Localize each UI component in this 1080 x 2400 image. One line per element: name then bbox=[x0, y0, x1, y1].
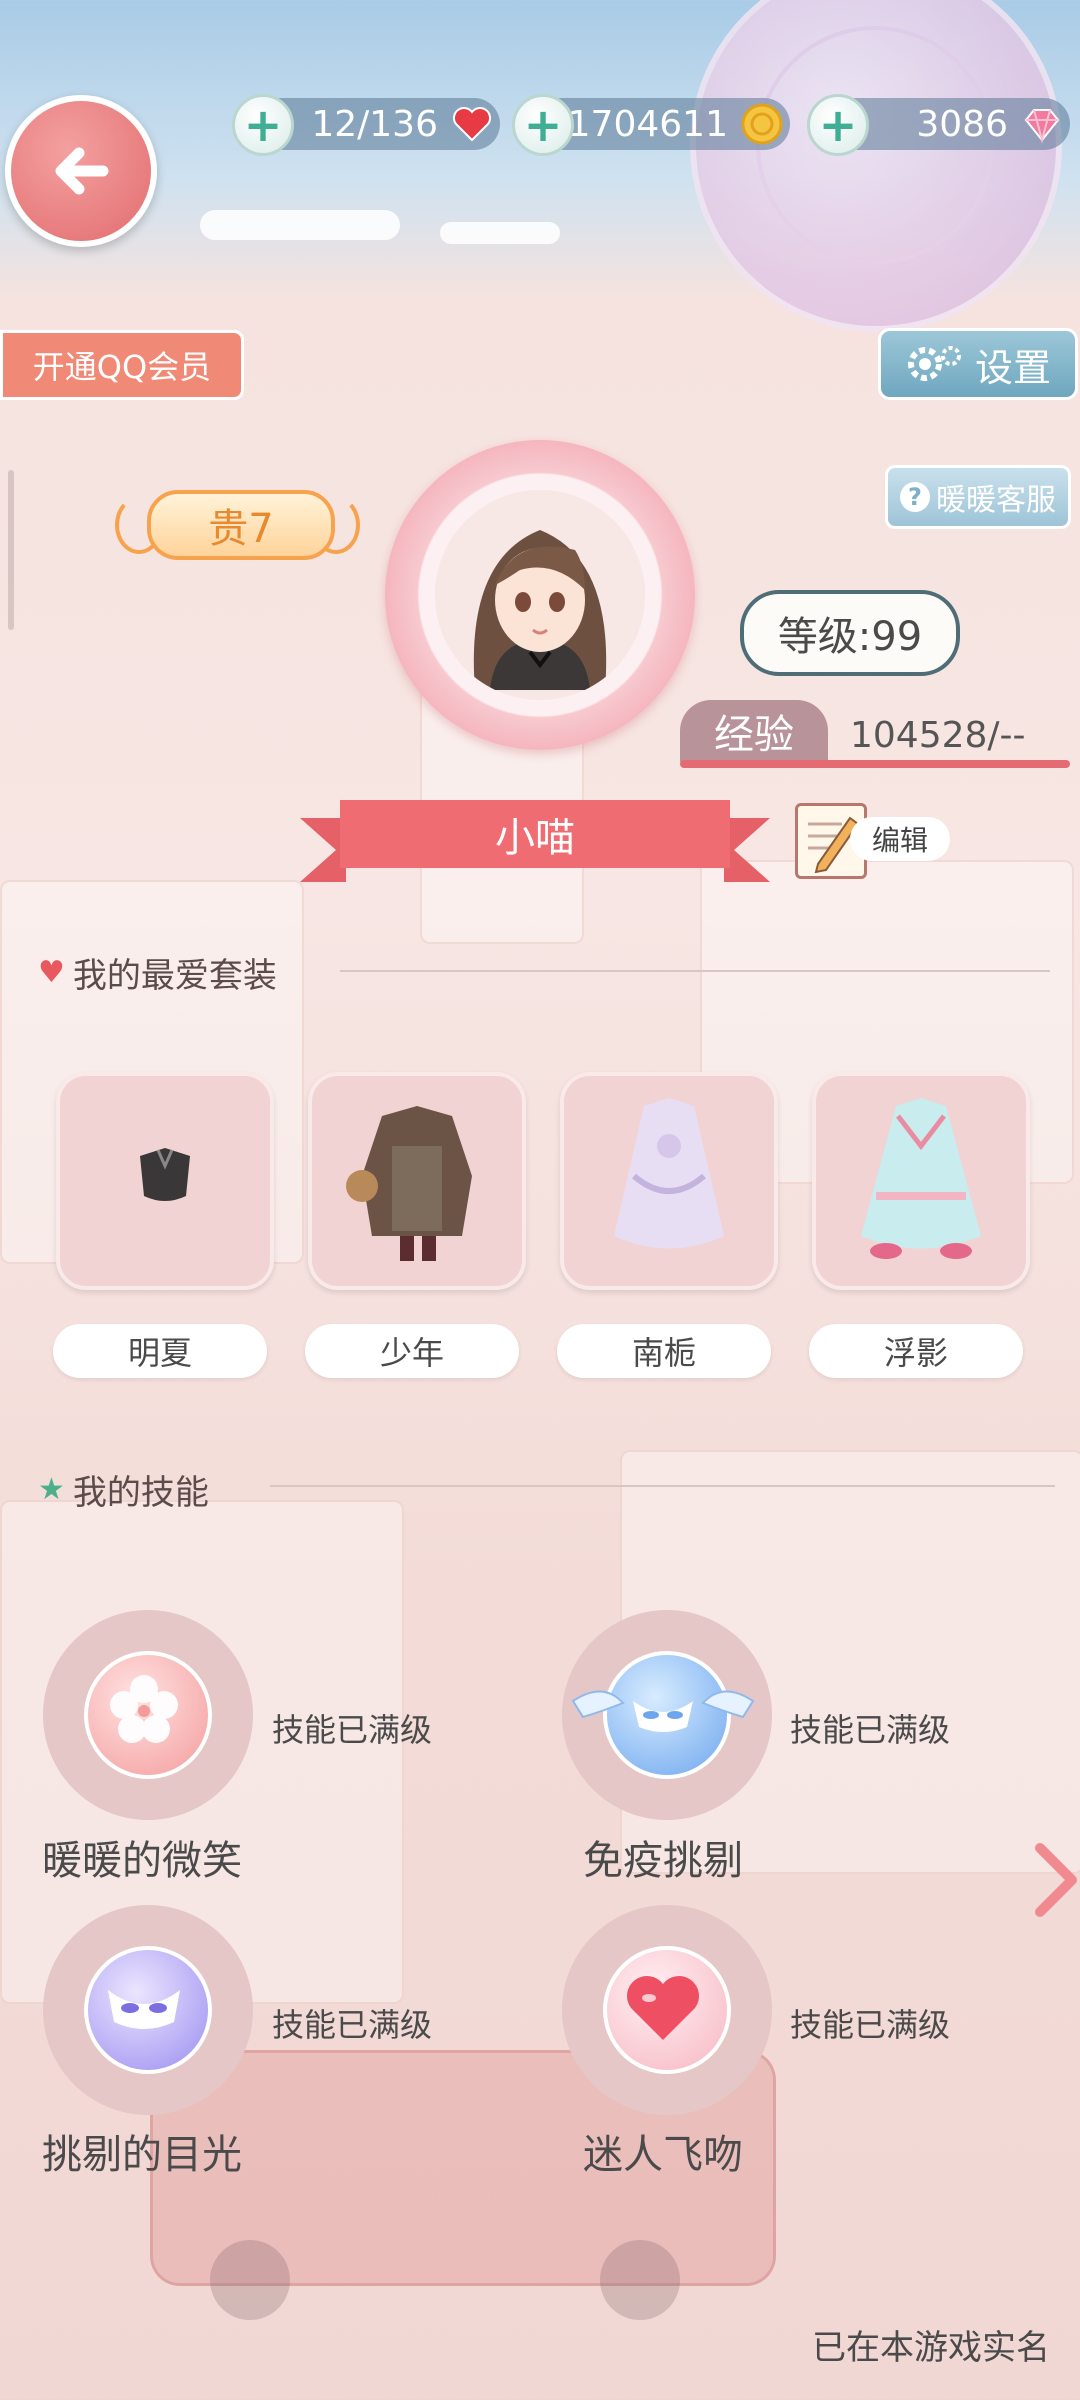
cherry-blossom-icon bbox=[84, 1651, 212, 1779]
skill-status: 技能已满级 bbox=[790, 1711, 951, 1749]
skill-name: 暖暖的微笑 bbox=[42, 1838, 242, 1884]
add-stamina-button[interactable]: + bbox=[232, 94, 294, 156]
outfit-card-3[interactable] bbox=[560, 1072, 778, 1290]
realname-verified-text: 已在本游戏实名 bbox=[812, 2328, 1050, 2368]
noble-rank-badge[interactable]: 贵7 bbox=[115, 482, 360, 562]
avatar-frame[interactable] bbox=[385, 440, 695, 750]
skill-warm-smile[interactable] bbox=[43, 1610, 253, 1820]
back-button[interactable] bbox=[5, 95, 157, 247]
outfit-name: 明夏 bbox=[127, 1334, 192, 1372]
divider bbox=[340, 970, 1050, 972]
heart-icon bbox=[453, 107, 491, 142]
outfit-card-2[interactable] bbox=[308, 1072, 526, 1290]
gold-value: 1704611 bbox=[567, 103, 728, 145]
outfit-thumbnail bbox=[140, 1148, 190, 1201]
qq-vip-button[interactable]: 开通QQ会员 bbox=[0, 330, 244, 400]
skill-charming-kiss[interactable] bbox=[562, 1905, 772, 2115]
gear-icon bbox=[907, 346, 961, 381]
exp-label: 经验 bbox=[714, 712, 794, 758]
outfit-thumbnail bbox=[346, 1106, 472, 1261]
settings-label: 设置 bbox=[974, 345, 1051, 390]
qq-vip-label: 开通QQ会员 bbox=[32, 348, 212, 386]
skill-name: 免疫挑剔 bbox=[583, 1838, 743, 1884]
skill-status: 技能已满级 bbox=[272, 1711, 433, 1749]
noble-rank-label: 贵7 bbox=[208, 506, 274, 552]
diamond-value: 3086 bbox=[916, 103, 1008, 145]
help-icon: ? bbox=[900, 482, 930, 512]
player-name: 小喵 bbox=[495, 815, 575, 861]
level-badge: 等级:99 bbox=[740, 590, 960, 676]
outfit-label-2[interactable]: 少年 bbox=[305, 1324, 519, 1378]
skills-section-title: ★ 我的技能 bbox=[38, 1465, 209, 1514]
level-label: 等级:99 bbox=[777, 614, 923, 660]
add-gold-button[interactable]: + bbox=[512, 94, 574, 156]
outfit-card-4[interactable] bbox=[812, 1072, 1030, 1290]
avatar bbox=[435, 490, 645, 700]
favorites-section-title: ♥ 我的最爱套装 bbox=[38, 948, 277, 997]
diamond-icon bbox=[1024, 109, 1060, 144]
scroll-indicator[interactable] bbox=[8, 470, 14, 630]
gold-bar: + 1704611 bbox=[512, 94, 790, 156]
skill-status: 技能已满级 bbox=[790, 2006, 951, 2044]
chevron-right-icon[interactable] bbox=[1030, 1840, 1080, 1920]
outfit-card-1[interactable] bbox=[56, 1072, 274, 1290]
edit-label: 编辑 bbox=[871, 824, 928, 857]
diamond-bar: + 3086 bbox=[807, 94, 1070, 156]
heart-small-icon: ♥ bbox=[38, 955, 65, 990]
skill-name: 迷人飞吻 bbox=[583, 2132, 743, 2178]
name-banner: 小喵 bbox=[300, 800, 770, 882]
heart-skill-icon bbox=[603, 1946, 731, 2074]
skill-status: 技能已满级 bbox=[272, 2006, 433, 2044]
favorites-title: 我的最爱套装 bbox=[72, 956, 277, 996]
outfit-thumbnail bbox=[614, 1098, 724, 1249]
skill-picky-gaze[interactable] bbox=[43, 1905, 253, 2115]
mask-icon bbox=[84, 1946, 212, 2074]
outfit-name: 少年 bbox=[379, 1334, 444, 1372]
arrow-left-icon bbox=[55, 147, 109, 195]
winged-mask-icon bbox=[571, 1651, 755, 1779]
exp-value: 104528/-- bbox=[850, 715, 1026, 756]
stamina-value: 12/136 bbox=[311, 103, 438, 145]
outfit-label-1[interactable]: 明夏 bbox=[53, 1324, 267, 1378]
edit-button[interactable]: 编辑 bbox=[795, 795, 955, 879]
skills-title: 我的技能 bbox=[72, 1473, 209, 1513]
settings-button[interactable]: 设置 bbox=[878, 328, 1078, 400]
outfit-name: 浮影 bbox=[883, 1334, 948, 1372]
skill-immune-picky[interactable] bbox=[562, 1610, 772, 1820]
exp-tag: 经验 bbox=[680, 700, 828, 762]
outfit-label-3[interactable]: 南栀 bbox=[557, 1324, 771, 1378]
star-icon: ★ bbox=[38, 1472, 65, 1507]
customer-service-label: 暖暖客服 bbox=[936, 483, 1056, 518]
outfit-name: 南栀 bbox=[631, 1334, 696, 1372]
outfit-thumbnail bbox=[861, 1098, 981, 1259]
exp-underline bbox=[680, 760, 1070, 768]
outfit-label-4[interactable]: 浮影 bbox=[809, 1324, 1023, 1378]
stamina-bar: + 12/136 bbox=[232, 94, 500, 156]
coin-icon bbox=[741, 103, 783, 145]
add-diamond-button[interactable]: + bbox=[807, 94, 869, 156]
skill-name: 挑剔的目光 bbox=[42, 2132, 242, 2178]
divider bbox=[270, 1485, 1055, 1487]
customer-service-button[interactable]: ? 暖暖客服 bbox=[885, 465, 1071, 529]
